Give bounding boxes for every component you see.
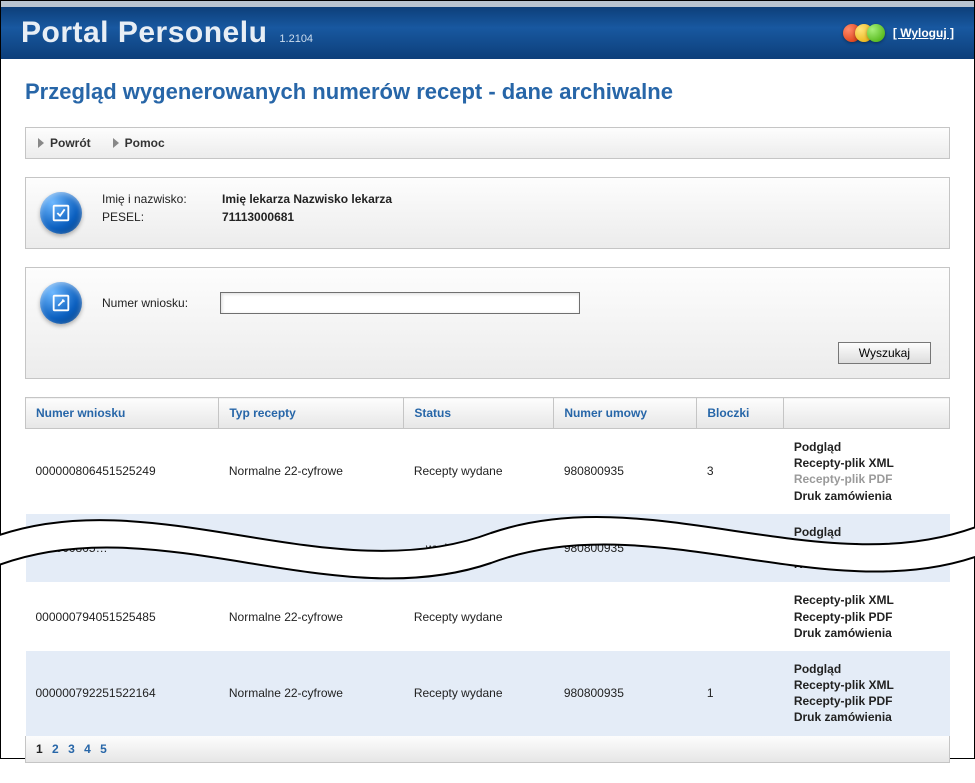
nav-back-label: Powrót xyxy=(50,136,91,150)
app-header: Portal Personelu 1.2104 [ Wyloguj ] xyxy=(1,1,974,59)
table-row: 000000794051525485 Normalne 22-cyfrowe R… xyxy=(26,582,950,651)
action-pdf[interactable]: Recepty-plik PDF xyxy=(794,609,940,625)
page-1[interactable]: 1 xyxy=(36,742,43,756)
col-bloczki[interactable]: Bloczki xyxy=(697,398,784,429)
search-row: Numer wniosku: xyxy=(102,292,580,314)
info-name-label: Imię i nazwisko: xyxy=(102,192,212,206)
action-order[interactable]: Druk zamówienia xyxy=(794,709,940,725)
search-label: Numer wniosku: xyxy=(102,296,202,310)
info-badge-icon xyxy=(40,192,82,234)
page-title: Przegląd wygenerowanych numerów recept -… xyxy=(25,79,950,105)
cell-num: 000000792251522164 xyxy=(26,651,219,736)
search-button[interactable]: Wyszukaj xyxy=(838,342,931,364)
results-table: Numer wniosku Typ recepty Status Numer u… xyxy=(25,397,950,736)
cell-bloczki: 1 xyxy=(697,514,784,583)
cell-actions: Podgląd Recepty-pli… Rec… xyxy=(784,514,950,583)
search-panel: Numer wniosku: Wyszukaj xyxy=(25,267,950,379)
cell-bloczki xyxy=(697,582,784,651)
action-xml[interactable]: Recepty-plik XML xyxy=(794,455,940,471)
table-row: 000000792251522164 Normalne 22-cyfrowe R… xyxy=(26,651,950,736)
col-actions xyxy=(784,398,950,429)
action-pdf[interactable]: Rec… xyxy=(794,556,940,572)
action-pdf: Recepty-plik PDF xyxy=(794,471,940,487)
action-xml[interactable]: Recepty-plik XML xyxy=(794,677,940,693)
col-status[interactable]: Status xyxy=(404,398,554,429)
action-order[interactable]: Druk zamówienia xyxy=(794,488,940,504)
table-row: 000000805… …wydane 980800935 1 Podgląd R… xyxy=(26,514,950,583)
cell-actions: Podgląd Recepty-plik XML Recepty-plik PD… xyxy=(784,429,950,514)
info-pesel-label: PESEL: xyxy=(102,210,212,224)
cell-type: Normalne 22-cyfrowe xyxy=(219,429,404,514)
cell-bloczki: 3 xyxy=(697,429,784,514)
cell-num: 000000806451525249 xyxy=(26,429,219,514)
col-numer-umowy[interactable]: Numer umowy xyxy=(554,398,697,429)
info-name-value: Imię lekarza Nazwisko lekarza xyxy=(222,192,392,206)
page-2[interactable]: 2 xyxy=(52,742,59,756)
edit-badge-icon xyxy=(40,282,82,324)
info-grid: Imię i nazwisko: Imię lekarza Nazwisko l… xyxy=(102,192,392,224)
cell-actions: Podgląd Recepty-plik XML Recepty-plik PD… xyxy=(784,651,950,736)
cell-umowa xyxy=(554,582,697,651)
col-numer-wniosku[interactable]: Numer wniosku xyxy=(26,398,219,429)
cell-num: 000000794051525485 xyxy=(26,582,219,651)
cell-bloczki: 1 xyxy=(697,651,784,736)
cell-num: 000000805… xyxy=(26,514,219,583)
col-typ-recepty[interactable]: Typ recepty xyxy=(219,398,404,429)
cell-status: …wydane xyxy=(404,514,554,583)
app-title: Portal Personelu xyxy=(21,16,267,50)
action-xml[interactable]: Recepty-plik XML xyxy=(794,592,940,608)
cell-status: Recepty wydane xyxy=(404,429,554,514)
app-version: 1.2104 xyxy=(279,33,313,45)
nav-back[interactable]: Powrót xyxy=(38,136,91,150)
search-button-wrap: Wyszukaj xyxy=(40,342,931,364)
action-view[interactable]: Podgląd xyxy=(794,661,940,677)
decor-orbs xyxy=(849,24,885,42)
page-4[interactable]: 4 xyxy=(84,742,91,756)
cell-umowa: 980800935 xyxy=(554,429,697,514)
cell-umowa: 980800935 xyxy=(554,514,697,583)
cell-type: Normalne 22-cyfrowe xyxy=(219,582,404,651)
nav-bar: Powrót Pomoc xyxy=(25,127,950,159)
table-row: 000000806451525249 Normalne 22-cyfrowe R… xyxy=(26,429,950,514)
arrow-right-icon xyxy=(113,138,119,148)
cell-type: Normalne 22-cyfrowe xyxy=(219,651,404,736)
info-panel: Imię i nazwisko: Imię lekarza Nazwisko l… xyxy=(25,177,950,249)
action-pdf[interactable]: Recepty-plik PDF xyxy=(794,693,940,709)
search-input[interactable] xyxy=(220,292,580,314)
cell-type xyxy=(219,514,404,583)
page-3[interactable]: 3 xyxy=(68,742,75,756)
logout-link[interactable]: [ Wyloguj ] xyxy=(893,26,954,40)
cell-status: Recepty wydane xyxy=(404,651,554,736)
table-header-row: Numer wniosku Typ recepty Status Numer u… xyxy=(26,398,950,429)
info-pesel-value: 71113000681 xyxy=(222,210,392,224)
action-order[interactable]: Druk zamówienia xyxy=(794,625,940,641)
action-xml[interactable]: Recepty-pli… xyxy=(794,540,940,556)
header-left: Portal Personelu 1.2104 xyxy=(21,16,313,50)
cell-umowa: 980800935 xyxy=(554,651,697,736)
nav-help[interactable]: Pomoc xyxy=(113,136,165,150)
content: Przegląd wygenerowanych numerów recept -… xyxy=(1,59,974,783)
action-view[interactable]: Podgląd xyxy=(794,439,940,455)
page-5[interactable]: 5 xyxy=(100,742,107,756)
orb-green-icon xyxy=(867,24,885,42)
header-right: [ Wyloguj ] xyxy=(849,24,954,42)
nav-help-label: Pomoc xyxy=(125,136,165,150)
action-view[interactable]: Podgląd xyxy=(794,524,940,540)
cell-actions: Recepty-plik XML Recepty-plik PDF Druk z… xyxy=(784,582,950,651)
arrow-right-icon xyxy=(38,138,44,148)
cell-status: Recepty wydane xyxy=(404,582,554,651)
